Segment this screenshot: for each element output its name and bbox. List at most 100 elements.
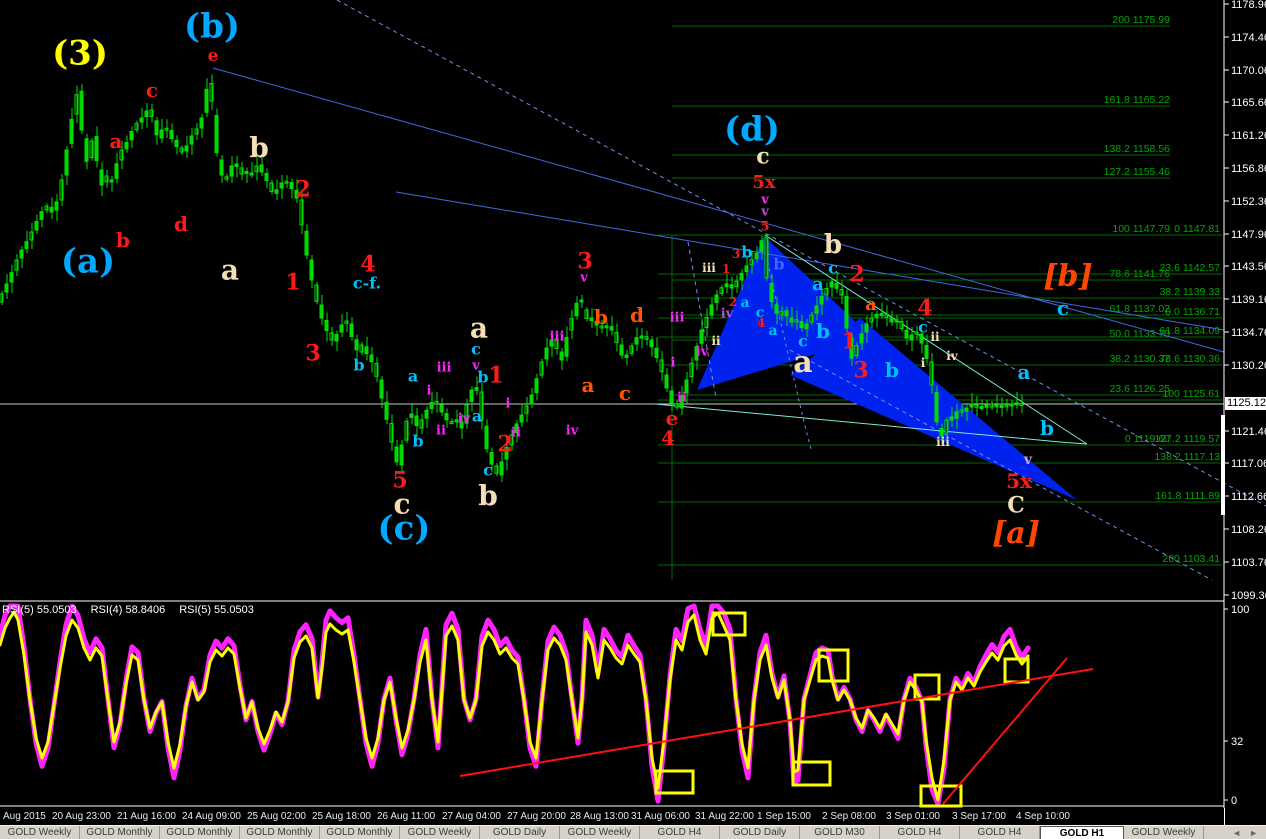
rsi-indicator-readout: RSI(5) 55.0503 RSI(4) 58.8406 RSI(5) 55.05… bbox=[2, 604, 268, 616]
tab-gold-h4[interactable]: GOLD H4 bbox=[960, 826, 1040, 839]
wave-label: a bbox=[1018, 360, 1031, 384]
wave-label: 2 bbox=[295, 176, 310, 202]
price-axis-label: 1121.46 bbox=[1231, 426, 1266, 438]
wave-label: i bbox=[671, 355, 676, 370]
chart-tab-bar: GOLD Weekly GOLD Monthly GOLD Monthly GOLD … bbox=[0, 825, 1266, 839]
price-axis-label: 1174.46 bbox=[1231, 32, 1266, 44]
fib-label: 100 1125.61 bbox=[1162, 388, 1220, 400]
wave-label: 5x bbox=[1006, 469, 1033, 493]
price-axis-label: 1147.96 bbox=[1231, 229, 1266, 241]
tab-gold-monthly[interactable]: GOLD Monthly bbox=[320, 826, 400, 839]
time-axis-label: 27 Aug 04:00 bbox=[442, 811, 501, 822]
wave-label: ii bbox=[511, 425, 521, 440]
time-axis-label: 31 Aug 22:00 bbox=[695, 811, 754, 822]
wave-label: a bbox=[865, 294, 877, 315]
price-axis-label: 1134.76 bbox=[1231, 327, 1266, 339]
fib-label: 138.2 1158.56 bbox=[1104, 143, 1171, 155]
fib-label: 23.6 1126.25 bbox=[1109, 383, 1170, 395]
wave-label: 1 bbox=[722, 262, 730, 276]
time-axis-label: 3 Sep 17:00 bbox=[952, 811, 1006, 822]
fib-label: 127.2 1119.57 bbox=[1154, 433, 1220, 445]
wave-label: d bbox=[174, 212, 188, 236]
wave-label: b bbox=[824, 230, 842, 260]
wave-label: iv bbox=[721, 306, 734, 321]
candles bbox=[0, 74, 1024, 482]
wave-label: (d) bbox=[724, 110, 780, 150]
wave-label: b bbox=[477, 367, 488, 386]
tab-gold-monthly[interactable]: GOLD Monthly bbox=[80, 826, 160, 839]
wave-label: e bbox=[208, 46, 219, 66]
current-price-badge: 1125.12 bbox=[1225, 397, 1266, 410]
tab-gold-weekly[interactable]: GOLD Weekly bbox=[560, 826, 640, 839]
tab-scroll-right-icon[interactable]: ► bbox=[1249, 828, 1258, 838]
tab-gold-m30[interactable]: GOLD M30 bbox=[800, 826, 880, 839]
fib-label: 161.8 1165.22 bbox=[1104, 94, 1171, 106]
price-axis-label: 1103.76 bbox=[1231, 557, 1266, 569]
tab-scroll-left-icon[interactable]: ◄ bbox=[1232, 828, 1241, 838]
wave-label: i bbox=[427, 383, 432, 398]
rsi-panel[interactable]: 100 32 0 bbox=[0, 603, 1249, 808]
wave-label: iii bbox=[702, 261, 716, 275]
wave-label: 1 bbox=[488, 362, 503, 388]
wave-label: 5x bbox=[752, 172, 776, 193]
wave-label: ii bbox=[930, 330, 940, 344]
candle-wicks bbox=[1, 74, 1023, 482]
wave-label: d bbox=[630, 303, 644, 327]
time-axis-label: 25 Aug 18:00 bbox=[312, 811, 371, 822]
wave-label: iii bbox=[550, 329, 565, 344]
wave-label: [b] bbox=[1043, 259, 1092, 294]
tab-gold-h4[interactable]: GOLD H4 bbox=[880, 826, 960, 839]
time-axis[interactable]: Aug 2015 20 Aug 23:00 21 Aug 16:00 24 Aug 0… bbox=[0, 808, 1266, 825]
wave-label: b bbox=[594, 305, 608, 329]
wave-label: b bbox=[1040, 416, 1054, 440]
axis-scale-thumb[interactable] bbox=[1221, 415, 1225, 515]
wave-label: b bbox=[249, 132, 269, 165]
wave-label: c bbox=[918, 317, 928, 336]
wave-annotations: (3)(b)(a)(c)(d)ecabd21345312baabcabcC5x5… bbox=[52, 7, 1093, 552]
wave-label: c bbox=[1057, 296, 1069, 320]
tab-gold-h1[interactable]: GOLD H1 bbox=[1040, 826, 1124, 839]
wave-label: b bbox=[478, 480, 498, 513]
tab-gold-weekly[interactable]: GOLD Weekly bbox=[400, 826, 480, 839]
rsi-value-3: RSI(5) 55.0503 bbox=[179, 604, 254, 616]
time-axis-label: 20 Aug 23:00 bbox=[52, 811, 111, 822]
trendline bbox=[212, 67, 1225, 353]
tab-gold-monthly[interactable]: GOLD Monthly bbox=[160, 826, 240, 839]
wave-label: (b) bbox=[184, 7, 240, 47]
main-chart-surface[interactable]: 200 1175.99161.8 1165.22138.2 1158.56127… bbox=[0, 0, 1266, 808]
price-axis-label: 1130.26 bbox=[1231, 360, 1266, 372]
wave-label: v bbox=[579, 270, 588, 285]
axis-corner-divider bbox=[1224, 808, 1225, 825]
wave-label: 4 bbox=[661, 426, 675, 450]
rsi-scale-label: 0 bbox=[1231, 795, 1237, 807]
tab-gold-daily[interactable]: GOLD Daily bbox=[720, 826, 800, 839]
wave-label: a bbox=[221, 254, 239, 287]
fib-label: 78.6 1130.36 bbox=[1159, 353, 1220, 365]
time-axis-label: 4 Sep 10:00 bbox=[1016, 811, 1070, 822]
tab-gold-daily[interactable]: GOLD Daily bbox=[480, 826, 560, 839]
wave-label: 5 bbox=[760, 219, 769, 234]
wave-label: b bbox=[885, 358, 899, 382]
wave-label: a bbox=[472, 406, 482, 425]
wave-label: b bbox=[741, 242, 752, 261]
wave-label: (a) bbox=[61, 242, 115, 282]
tab-gold-weekly[interactable]: GOLD Weekly bbox=[0, 826, 80, 839]
wave-label: [a] bbox=[992, 516, 1040, 551]
wave-label: 2 bbox=[849, 261, 864, 287]
time-axis-label: 3 Sep 01:00 bbox=[886, 811, 940, 822]
wave-label: iii bbox=[936, 435, 950, 449]
fib-label: 127.2 1155.46 bbox=[1104, 166, 1171, 178]
tab-gold-monthly[interactable]: GOLD Monthly bbox=[240, 826, 320, 839]
price-axis-label: 1178.96 bbox=[1231, 0, 1266, 11]
wave-label: c bbox=[756, 305, 765, 321]
fib-label: 23.6 1142.57 bbox=[1159, 262, 1220, 274]
wave-label: 3 bbox=[853, 357, 868, 383]
tab-gold-weekly[interactable]: GOLD Weekly bbox=[1124, 826, 1204, 839]
fib-label: 138.2 1117.13 bbox=[1154, 451, 1220, 463]
price-axis-label: 1165.66 bbox=[1231, 97, 1266, 109]
wave-label: iii bbox=[670, 310, 685, 325]
tab-gold-h4[interactable]: GOLD H4 bbox=[640, 826, 720, 839]
wave-label: b bbox=[116, 228, 130, 252]
wave-label: 3 bbox=[732, 247, 740, 261]
price-axis-label: 1112.66 bbox=[1231, 491, 1266, 503]
